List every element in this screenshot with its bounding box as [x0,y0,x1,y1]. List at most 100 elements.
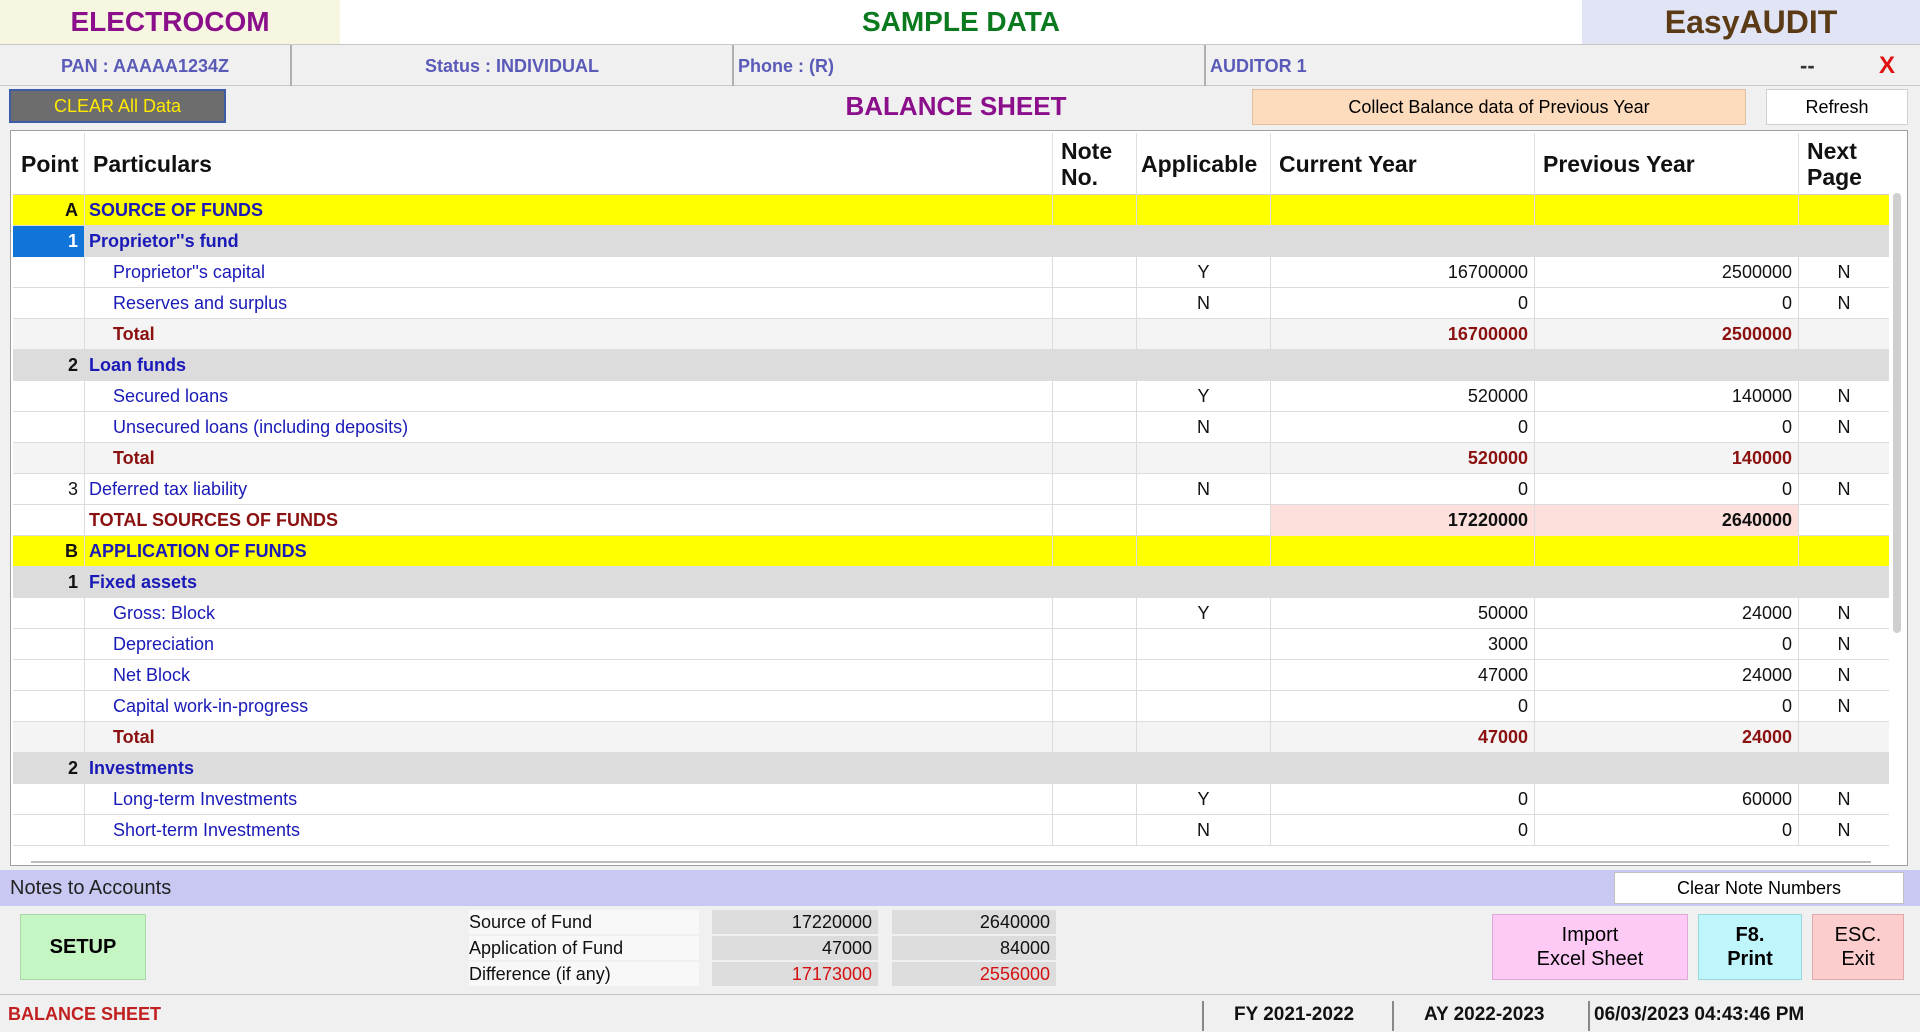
cell-next-page[interactable]: N [1799,288,1889,319]
cell-applicable[interactable]: Y [1137,598,1271,629]
table-row[interactable]: Unsecured loans (including deposits) N 0 0 N [13,412,1889,443]
cell-note-no[interactable] [1053,350,1137,381]
cell-current-year[interactable]: 47000 [1271,660,1535,691]
table-row[interactable]: Reserves and surplus N 0 0 N [13,288,1889,319]
cell-previous-year[interactable]: 140000 [1535,381,1799,412]
cell-current-year[interactable]: 0 [1271,288,1535,319]
cell-next-page[interactable]: N [1799,660,1889,691]
cell-applicable[interactable] [1137,505,1271,536]
cell-point[interactable]: 3 [13,474,85,505]
setup-button[interactable]: SETUP [20,914,146,980]
cell-current-year[interactable] [1271,350,1535,381]
cell-previous-year[interactable]: 60000 [1535,784,1799,815]
cell-applicable[interactable] [1137,226,1271,257]
cell-next-page[interactable]: N [1799,474,1889,505]
cell-previous-year[interactable]: 2500000 [1535,319,1799,350]
cell-next-page[interactable] [1799,722,1889,753]
cell-applicable[interactable] [1137,319,1271,350]
cell-point[interactable]: 1 [13,567,85,598]
cell-previous-year[interactable]: 0 [1535,474,1799,505]
table-row[interactable]: Net Block 47000 24000 N [13,660,1889,691]
cell-applicable[interactable]: Y [1137,784,1271,815]
table-row[interactable]: 2 Investments [13,753,1889,784]
cell-particulars[interactable]: Loan funds [85,350,1053,381]
cell-particulars[interactable]: Long-term Investments [85,784,1053,815]
table-row[interactable]: TOTAL SOURCES OF FUNDS 17220000 2640000 [13,505,1889,536]
cell-applicable[interactable] [1137,443,1271,474]
cell-point[interactable] [13,784,85,815]
table-row[interactable]: Depreciation 3000 0 N [13,629,1889,660]
table-row[interactable]: Short-term Investments N 0 0 N [13,815,1889,846]
cell-previous-year[interactable]: 24000 [1535,722,1799,753]
cell-current-year[interactable]: 0 [1271,691,1535,722]
cell-previous-year[interactable]: 0 [1535,691,1799,722]
cell-particulars[interactable]: Net Block [85,660,1053,691]
cell-point[interactable] [13,319,85,350]
cell-point[interactable] [13,257,85,288]
cell-particulars[interactable]: TOTAL SOURCES OF FUNDS [85,505,1053,536]
cell-applicable[interactable]: Y [1137,257,1271,288]
cell-next-page[interactable] [1799,443,1889,474]
cell-note-no[interactable] [1053,722,1137,753]
import-excel-button[interactable]: Import Excel Sheet [1492,914,1688,980]
cell-applicable[interactable]: N [1137,815,1271,846]
cell-previous-year[interactable] [1535,536,1799,567]
cell-note-no[interactable] [1053,567,1137,598]
cell-current-year[interactable]: 0 [1271,412,1535,443]
cell-point[interactable]: 2 [13,753,85,784]
cell-particulars[interactable]: Reserves and surplus [85,288,1053,319]
cell-point[interactable] [13,691,85,722]
cell-particulars[interactable]: Total [85,319,1053,350]
cell-previous-year[interactable]: 140000 [1535,443,1799,474]
cell-applicable[interactable] [1137,350,1271,381]
cell-current-year[interactable] [1271,567,1535,598]
cell-current-year[interactable]: 47000 [1271,722,1535,753]
refresh-button[interactable]: Refresh [1766,89,1908,125]
cell-current-year[interactable] [1271,226,1535,257]
cell-point[interactable] [13,412,85,443]
cell-next-page[interactable] [1799,567,1889,598]
cell-next-page[interactable]: N [1799,784,1889,815]
cell-note-no[interactable] [1053,753,1137,784]
table-row[interactable]: Capital work-in-progress 0 0 N [13,691,1889,722]
cell-point[interactable] [13,722,85,753]
cell-note-no[interactable] [1053,288,1137,319]
table-row[interactable]: 1 Fixed assets [13,567,1889,598]
cell-current-year[interactable]: 0 [1271,784,1535,815]
cell-point[interactable] [13,505,85,536]
minimize-button[interactable]: -- [1800,45,1830,87]
cell-note-no[interactable] [1053,195,1137,226]
clear-all-data-button[interactable]: CLEAR All Data [9,89,226,123]
table-row[interactable]: B APPLICATION OF FUNDS [13,536,1889,567]
cell-note-no[interactable] [1053,257,1137,288]
cell-previous-year[interactable] [1535,753,1799,784]
cell-note-no[interactable] [1053,660,1137,691]
cell-point[interactable] [13,815,85,846]
cell-next-page[interactable]: N [1799,691,1889,722]
cell-next-page[interactable] [1799,350,1889,381]
exit-button[interactable]: ESC. Exit [1812,914,1904,980]
cell-point[interactable]: 1 [13,226,85,257]
cell-next-page[interactable] [1799,505,1889,536]
table-row[interactable]: Total 47000 24000 [13,722,1889,753]
cell-particulars[interactable]: Gross: Block [85,598,1053,629]
collect-previous-year-button[interactable]: Collect Balance data of Previous Year [1252,89,1746,125]
cell-previous-year[interactable] [1535,350,1799,381]
table-row[interactable]: 1 Proprietor''s fund [13,226,1889,257]
cell-particulars[interactable]: SOURCE OF FUNDS [85,195,1053,226]
cell-particulars[interactable]: Short-term Investments [85,815,1053,846]
cell-note-no[interactable] [1053,691,1137,722]
cell-point[interactable] [13,598,85,629]
cell-next-page[interactable] [1799,226,1889,257]
cell-previous-year[interactable]: 24000 [1535,660,1799,691]
balance-sheet-grid[interactable]: Point Particulars Note No. Applicable Cu… [10,130,1908,866]
close-button[interactable]: X [1870,45,1904,87]
table-row[interactable]: 2 Loan funds [13,350,1889,381]
cell-point[interactable] [13,288,85,319]
cell-particulars[interactable]: Proprietor''s capital [85,257,1053,288]
cell-note-no[interactable] [1053,598,1137,629]
table-row[interactable]: Proprietor''s capital Y 16700000 2500000 N [13,257,1889,288]
cell-particulars[interactable]: Deferred tax liability [85,474,1053,505]
cell-next-page[interactable] [1799,319,1889,350]
cell-previous-year[interactable]: 0 [1535,288,1799,319]
